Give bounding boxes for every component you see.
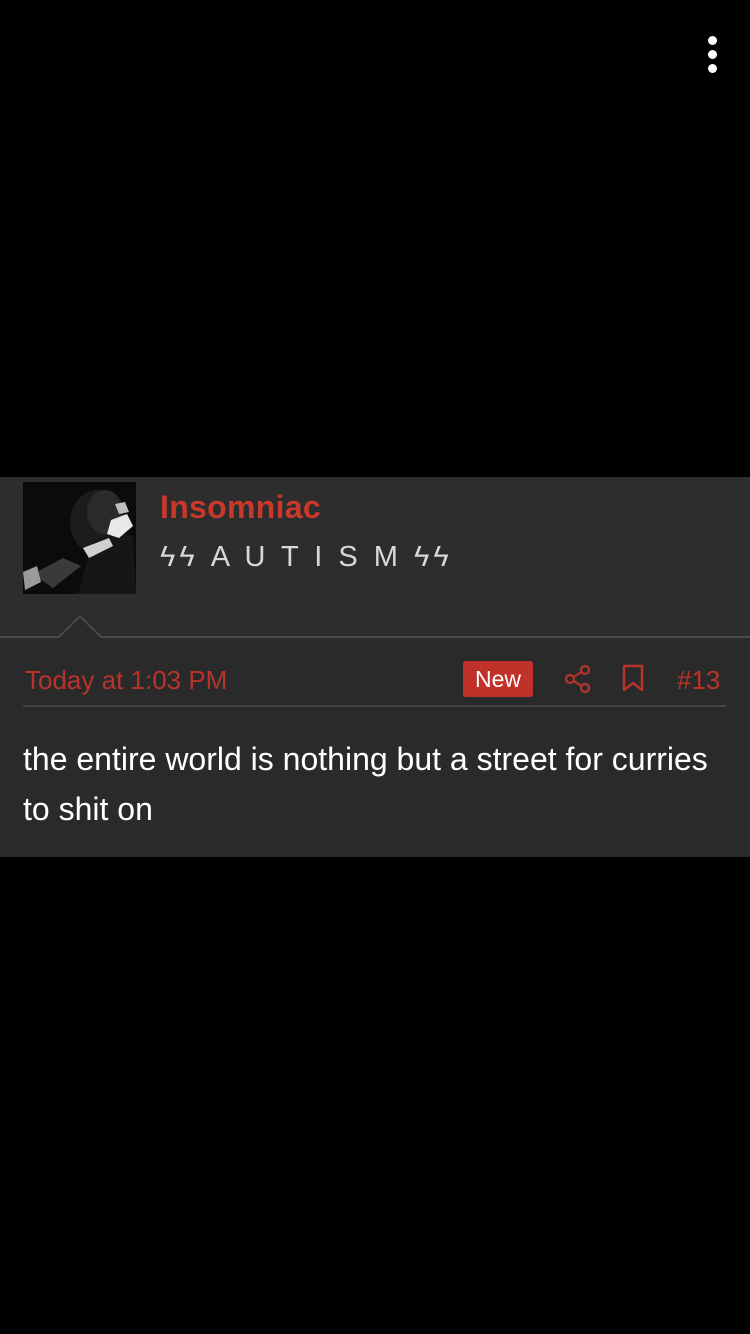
author-name[interactable]: Insomniac [160, 489, 321, 526]
share-icon[interactable] [564, 664, 592, 694]
more-vertical-icon-dot [707, 63, 717, 73]
post-author-header: Insomniac ϟϟ A U T I S M ϟϟ [0, 477, 750, 638]
author-title: ϟϟ A U T I S M ϟϟ [160, 541, 453, 573]
more-vertical-icon-dot [707, 49, 717, 59]
more-options-button[interactable] [694, 30, 730, 78]
avatar[interactable] [23, 482, 136, 594]
bookmark-icon[interactable] [622, 664, 644, 692]
avatar-image-icon [23, 482, 136, 594]
post-number-link[interactable]: #13 [677, 665, 720, 696]
post-timestamp[interactable]: Today at 1:03 PM [25, 665, 227, 696]
more-vertical-icon [707, 35, 717, 45]
screen: Insomniac ϟϟ A U T I S M ϟϟ Today at 1:0… [0, 0, 750, 1334]
post-meta-row: Today at 1:03 PM New #13 [23, 657, 726, 707]
post-body-text: the entire world is nothing but a street… [23, 741, 708, 827]
forum-post: Insomniac ϟϟ A U T I S M ϟϟ Today at 1:0… [0, 477, 750, 857]
new-badge: New [463, 661, 533, 697]
